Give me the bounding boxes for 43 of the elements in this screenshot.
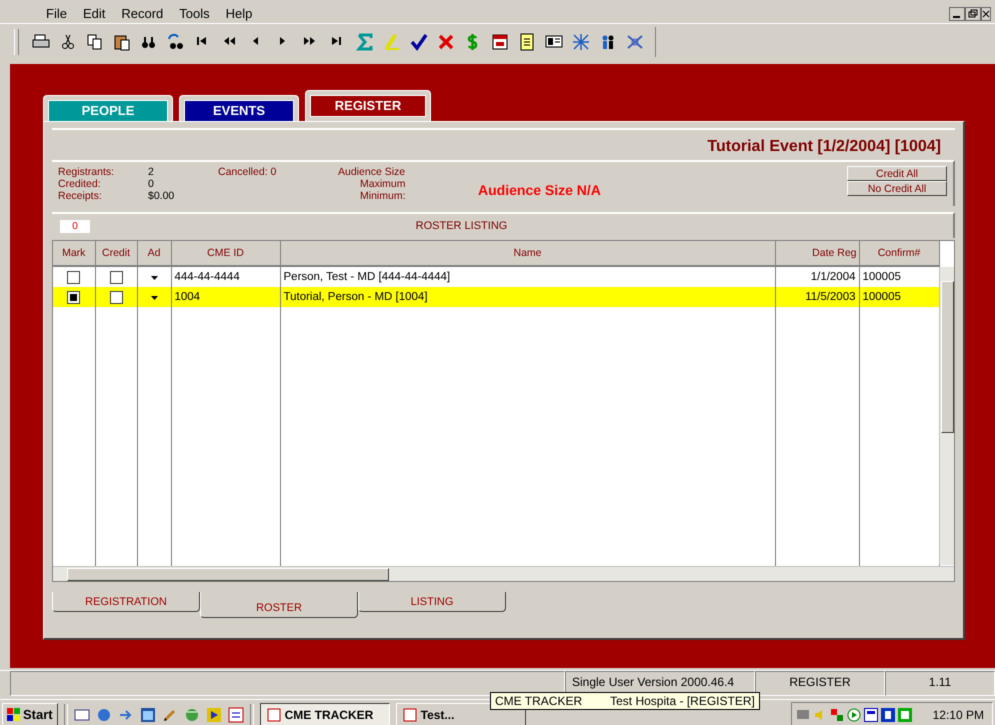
column-header[interactable]: Date Reg bbox=[775, 241, 859, 266]
audience-status: Audience Size N/A bbox=[478, 184, 602, 196]
column-header[interactable]: Credit bbox=[95, 241, 137, 266]
maximum-label: Maximum bbox=[360, 178, 406, 190]
column-header[interactable]: Ad bbox=[137, 241, 171, 266]
table-cell: 100005 bbox=[859, 287, 939, 307]
column-header[interactable]: CME ID bbox=[171, 241, 280, 266]
view-tab[interactable]: LISTING bbox=[358, 592, 506, 612]
menu-item[interactable]: Record bbox=[113, 6, 172, 23]
audience-label: Audience Size bbox=[338, 166, 406, 178]
credit-button[interactable]: Credit All bbox=[847, 166, 947, 181]
module-tab[interactable]: REGISTER bbox=[310, 95, 426, 117]
column-header[interactable]: Confirm# bbox=[859, 241, 939, 266]
minimum-label: Minimum: bbox=[360, 190, 406, 202]
start-button[interactable]: Start bbox=[2, 702, 58, 725]
table-cell: 11/5/2003 bbox=[775, 287, 859, 307]
roster-title: ROSTER LISTING bbox=[414, 220, 508, 232]
cancelled-count: Cancelled: 0 bbox=[218, 166, 278, 178]
tooltip-text: Test Hospita - [REGISTER] bbox=[610, 694, 755, 708]
roster-count: 0 bbox=[60, 220, 90, 232]
table-cell: Tutorial, Person - MD [1004] bbox=[280, 287, 775, 307]
module-tab[interactable]: EVENTS bbox=[184, 100, 294, 122]
clock: 12:10 PM bbox=[932, 708, 984, 722]
stat-label: Registrants: bbox=[58, 166, 116, 178]
menu-item[interactable]: Tools bbox=[171, 6, 218, 23]
column-header[interactable]: Name bbox=[280, 241, 775, 266]
event-title: Tutorial Event [1/2/2004] [1004] bbox=[706, 137, 942, 157]
taskbar-button[interactable]: CME TRACKER bbox=[260, 702, 390, 725]
column-header[interactable]: Mark bbox=[53, 241, 95, 266]
stat-label: Receipts: bbox=[58, 190, 103, 202]
view-tab[interactable]: REGISTRATION bbox=[52, 592, 200, 612]
menu-item[interactable]: File bbox=[38, 6, 75, 23]
status-panel: REGISTER bbox=[755, 671, 885, 696]
view-tab[interactable]: ROSTER bbox=[200, 592, 358, 618]
credit-button[interactable]: No Credit All bbox=[847, 181, 947, 196]
status-panel: 1.11 bbox=[885, 671, 995, 696]
stat-value: 2 bbox=[148, 166, 155, 178]
stat-value: 0 bbox=[148, 178, 155, 190]
table-cell: 1004 bbox=[171, 287, 280, 307]
menu-item[interactable]: Help bbox=[218, 6, 260, 23]
stat-value: $0.00 bbox=[148, 190, 176, 202]
menu-item[interactable]: Edit bbox=[74, 6, 114, 23]
stat-label: Credited: bbox=[58, 178, 102, 190]
